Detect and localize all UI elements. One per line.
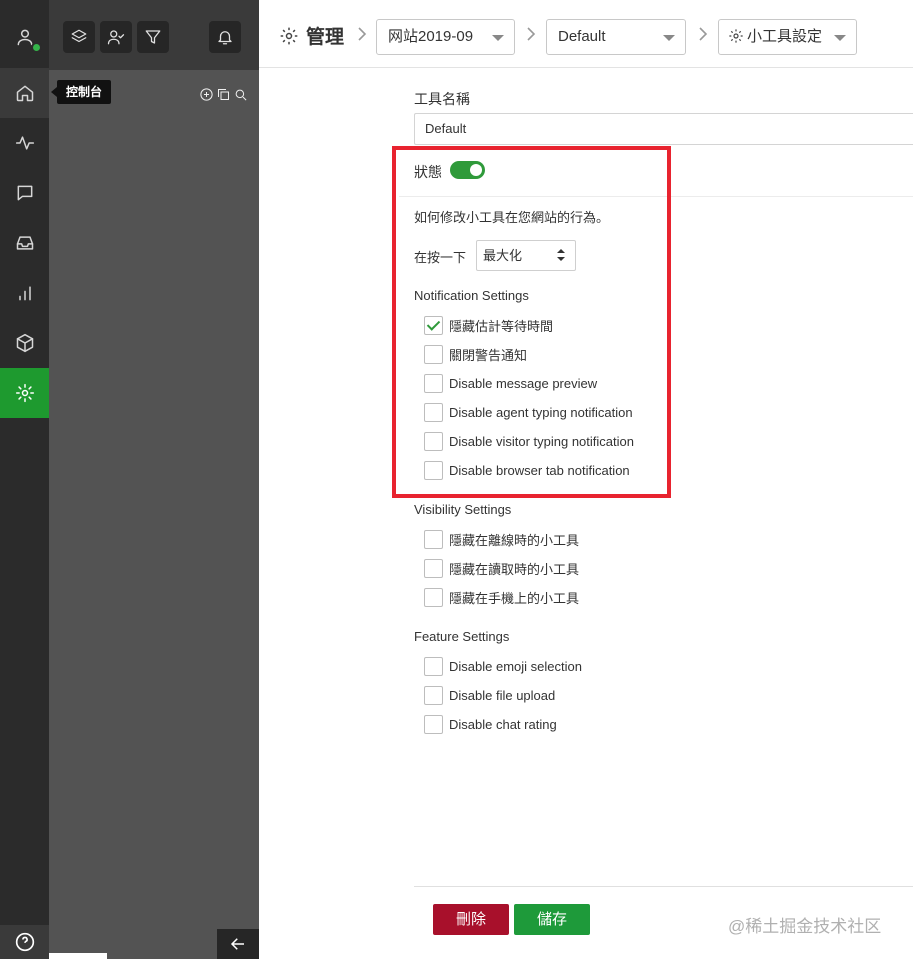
- page-title: 管理: [279, 22, 344, 49]
- filter-icon: [145, 30, 161, 44]
- site-select-value: 网站2019-09: [388, 28, 474, 45]
- rail-inbox-button[interactable]: [0, 218, 49, 268]
- rail-settings-button[interactable]: [0, 368, 49, 418]
- delete-button[interactable]: 刪除: [433, 904, 509, 935]
- online-status-dot: [31, 42, 42, 53]
- bell-icon: [218, 31, 232, 45]
- highlight-box: [392, 146, 671, 498]
- checkbox-label: Disable emoji selection: [449, 658, 582, 674]
- checkbox-label: 隱藏在離線時的小工具: [449, 532, 580, 548]
- home-tooltip: 控制台: [50, 80, 112, 104]
- add-circle-icon[interactable]: [199, 87, 214, 102]
- footer-divider: [414, 886, 913, 887]
- chevron-right-icon: [356, 27, 368, 41]
- checkbox[interactable]: [424, 685, 443, 705]
- gear-icon: [15, 383, 34, 403]
- checkbox[interactable]: [424, 587, 443, 607]
- feature-settings-title: Feature Settings: [414, 629, 510, 644]
- department-select-value: Default: [558, 28, 606, 45]
- chevron-right-icon: [697, 27, 709, 41]
- help-button[interactable]: [0, 925, 49, 959]
- activity-icon: [15, 136, 34, 150]
- user-avatar[interactable]: [0, 12, 49, 62]
- rail-activity-button[interactable]: [0, 118, 49, 168]
- copy-icon[interactable]: [216, 87, 231, 102]
- rail-reports-button[interactable]: [0, 268, 49, 318]
- checkbox[interactable]: [424, 656, 443, 676]
- tool-name-label: 工具名稱: [414, 91, 470, 107]
- department-select[interactable]: Default: [546, 19, 686, 55]
- chevron-right-icon: [525, 27, 537, 41]
- widget-settings-select-value: 小工具設定: [747, 28, 823, 45]
- watermark: @稀土掘金技术社区: [728, 917, 882, 936]
- checkbox-row[interactable]: Disable chat rating: [424, 714, 557, 734]
- home-icon: [16, 85, 33, 102]
- rail-chat-button[interactable]: [0, 168, 49, 218]
- rail-apps-button[interactable]: [0, 318, 49, 368]
- tool-name-input[interactable]: Default: [414, 113, 913, 145]
- bar-chart-icon: [18, 286, 31, 301]
- notifications-button[interactable]: [209, 21, 241, 53]
- caret-down-icon: [663, 35, 675, 41]
- collapse-panel-button[interactable]: [217, 929, 259, 959]
- widget-settings-select[interactable]: 小工具設定: [718, 19, 857, 55]
- save-button[interactable]: 儲存: [514, 904, 590, 935]
- page-header: 管理 网站2019-09 Default 小工具設定: [259, 0, 913, 68]
- checkbox-label: Disable chat rating: [449, 716, 557, 732]
- panel-actions: [199, 87, 248, 102]
- side-panel: [49, 0, 259, 959]
- checkbox-row[interactable]: 隱藏在手機上的小工具: [424, 587, 579, 607]
- user-check-icon: [107, 30, 125, 45]
- site-select[interactable]: 网站2019-09: [376, 19, 515, 55]
- visibility-settings-title: Visibility Settings: [414, 502, 512, 517]
- rail-home-button[interactable]: [0, 68, 49, 118]
- checkbox-row[interactable]: Disable emoji selection: [424, 656, 582, 676]
- panel-bottom-bar: [49, 953, 107, 959]
- inbox-icon: [16, 236, 33, 250]
- checkbox-label: 隱藏在手機上的小工具: [449, 590, 580, 606]
- caret-down-icon: [492, 35, 504, 41]
- user-check-button[interactable]: [100, 21, 132, 53]
- checkbox[interactable]: [424, 714, 443, 734]
- gear-icon: [728, 23, 744, 57]
- checkbox-row[interactable]: 隱藏在離線時的小工具: [424, 529, 579, 549]
- arrow-left-icon: [230, 938, 244, 950]
- caret-down-icon: [834, 35, 846, 41]
- layers-button[interactable]: [63, 21, 95, 53]
- box-icon: [16, 333, 33, 353]
- help-icon: [15, 932, 34, 952]
- checkbox[interactable]: [424, 529, 443, 549]
- checkbox-row[interactable]: Disable file upload: [424, 685, 555, 705]
- side-panel-toolbar: [49, 0, 259, 70]
- search-icon[interactable]: [233, 87, 248, 102]
- checkbox-label: Disable file upload: [449, 687, 556, 703]
- checkbox[interactable]: [424, 558, 443, 578]
- gear-icon: [280, 27, 298, 44]
- checkbox-row[interactable]: 隱藏在讀取時的小工具: [424, 558, 579, 578]
- filter-button[interactable]: [137, 21, 169, 53]
- chat-icon: [17, 185, 32, 201]
- checkbox-label: 隱藏在讀取時的小工具: [449, 561, 580, 577]
- left-rail: [0, 0, 49, 959]
- layers-icon: [71, 29, 87, 43]
- page-title-text: 管理: [306, 27, 345, 48]
